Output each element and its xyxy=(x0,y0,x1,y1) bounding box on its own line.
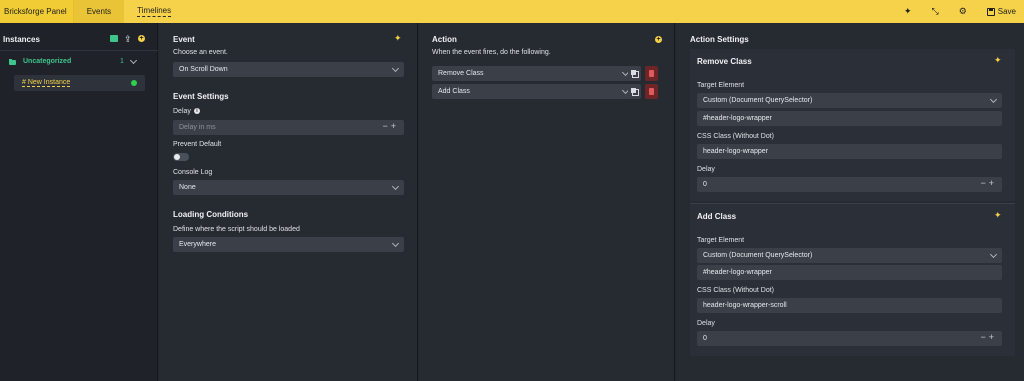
brand-title: Bricksforge Panel xyxy=(0,0,74,23)
delay-stepper[interactable]: −+ xyxy=(980,332,997,342)
chevron-down-icon xyxy=(989,250,998,259)
event-select-value: On Scroll Down xyxy=(179,66,228,73)
delay-placeholder: Delay in ms xyxy=(179,124,216,131)
css-class-label: CSS Class (Without Dot) xyxy=(697,287,775,294)
delay-input[interactable]: 0 −+ xyxy=(697,177,1002,192)
target-element-select[interactable]: Custom (Document QuerySelector) xyxy=(697,93,1002,108)
loading-conditions-select[interactable]: Everywhere xyxy=(173,237,404,252)
selector-input[interactable]: #header-logo-wrapper xyxy=(697,265,1002,280)
delay-stepper[interactable]: −+ xyxy=(382,121,399,131)
action-item-label: Add Class xyxy=(438,88,470,95)
action-settings-panel: Action Settings Remove Class ✦ Target El… xyxy=(676,23,1024,381)
delay-label: Delay xyxy=(697,166,715,173)
card-title: Add Class xyxy=(697,212,737,221)
chevron-down-icon xyxy=(989,95,998,104)
css-class-input[interactable]: header-logo-wrapper-scroll xyxy=(697,298,1002,313)
save-icon xyxy=(986,7,995,16)
top-bar: Bricksforge Panel Events Timelines ✦ ⤡ ⚙… xyxy=(0,0,1024,23)
status-dot xyxy=(131,80,137,86)
info-icon[interactable]: i xyxy=(193,108,200,115)
css-class-value: header-logo-wrapper xyxy=(703,148,768,155)
css-class-value: header-logo-wrapper-scroll xyxy=(703,302,787,309)
selector-value: #header-logo-wrapper xyxy=(703,115,772,122)
console-log-label: Console Log xyxy=(173,169,213,176)
trash-icon[interactable] xyxy=(645,84,658,99)
copy-icon[interactable] xyxy=(628,84,641,99)
prevent-default-toggle[interactable] xyxy=(173,153,189,161)
action-item[interactable]: Remove Class xyxy=(432,66,634,81)
top-right-actions: ✦ ⤡ ⚙ Save xyxy=(904,0,1016,23)
sparkle-icon[interactable]: ✦ xyxy=(994,210,1002,221)
instance-item[interactable]: # New Instance xyxy=(14,75,145,91)
delay-value: 0 xyxy=(703,335,707,342)
chevron-down-icon[interactable] xyxy=(129,56,138,65)
delay-input[interactable]: 0 −+ xyxy=(697,331,1002,346)
save-label: Save xyxy=(997,7,1016,16)
remove-class-card: Remove Class ✦ Target Element Custom (Do… xyxy=(690,49,1015,201)
action-title: Action xyxy=(432,35,457,44)
loading-conditions-title: Loading Conditions xyxy=(173,210,249,219)
action-item[interactable]: Add Class xyxy=(432,84,634,99)
prevent-default-label: Prevent Default xyxy=(173,141,222,148)
delay-stepper[interactable]: −+ xyxy=(980,178,997,188)
folder-label[interactable]: Uncategorized xyxy=(23,58,71,65)
collapse-icon[interactable]: ⤡ xyxy=(931,6,938,17)
instance-name: # New Instance xyxy=(22,79,71,87)
selector-value: #header-logo-wrapper xyxy=(703,269,772,276)
event-settings-title: Event Settings xyxy=(173,92,229,101)
target-element-value: Custom (Document QuerySelector) xyxy=(703,97,813,104)
delay-value: 0 xyxy=(703,181,707,188)
folder-count: 1 xyxy=(120,58,124,65)
chevron-down-icon xyxy=(391,239,400,248)
save-button[interactable]: Save xyxy=(986,7,1016,16)
card-title: Remove Class xyxy=(697,57,752,66)
chevron-down-icon xyxy=(391,182,400,191)
event-panel: Event ✦ Choose an event. On Scroll Down … xyxy=(159,23,418,381)
folder-icon xyxy=(9,59,16,65)
tab-events[interactable]: Events xyxy=(73,0,125,23)
target-element-label: Target Element xyxy=(697,237,745,244)
trash-icon[interactable] xyxy=(645,66,658,81)
tab-timelines-label: Timelines xyxy=(137,6,172,17)
delay-label: Delay xyxy=(697,320,715,327)
delay-label: Delay i xyxy=(173,108,200,115)
tab-timelines[interactable]: Timelines xyxy=(124,0,184,23)
instances-title: Instances xyxy=(3,35,40,44)
event-select[interactable]: On Scroll Down xyxy=(173,62,404,77)
export-icon[interactable]: ⇪ xyxy=(124,34,132,45)
add-class-card: Add Class ✦ Target Element Custom (Docum… xyxy=(690,204,1015,356)
target-element-select[interactable]: Custom (Document QuerySelector) xyxy=(697,248,1002,263)
target-element-value: Custom (Document QuerySelector) xyxy=(703,252,813,259)
console-log-select[interactable]: None xyxy=(173,180,404,195)
console-log-value: None xyxy=(179,184,196,191)
sparkle-icon[interactable]: ✦ xyxy=(394,33,402,44)
gear-icon[interactable]: ⚙ xyxy=(959,6,967,17)
chevron-down-icon xyxy=(391,64,400,73)
css-class-input[interactable]: header-logo-wrapper xyxy=(697,144,1002,159)
sparkle-icon[interactable]: ✦ xyxy=(994,55,1002,66)
delay-input[interactable]: Delay in ms −+ xyxy=(173,120,404,135)
action-panel: Action + When the event fires, do the fo… xyxy=(419,23,675,381)
css-class-label: CSS Class (Without Dot) xyxy=(697,133,775,140)
event-choose-label: Choose an event. xyxy=(173,49,228,56)
copy-icon[interactable] xyxy=(628,66,641,81)
plus-circle-icon[interactable]: + xyxy=(138,35,145,42)
loading-conditions-value: Everywhere xyxy=(179,241,216,248)
sparkle-icon[interactable]: ✦ xyxy=(904,6,912,17)
action-desc: When the event fires, do the following. xyxy=(432,49,551,56)
add-folder-icon[interactable] xyxy=(110,35,118,42)
target-element-label: Target Element xyxy=(697,82,745,89)
loading-conditions-desc: Define where the script should be loaded xyxy=(173,226,300,233)
divider xyxy=(0,50,158,51)
selector-input[interactable]: #header-logo-wrapper xyxy=(697,111,1002,126)
action-settings-title: Action Settings xyxy=(690,35,749,44)
add-action-icon[interactable]: + xyxy=(655,36,662,43)
delay-label-text: Delay xyxy=(173,108,191,115)
tab-events-label: Events xyxy=(86,7,112,16)
event-title: Event xyxy=(173,35,195,44)
action-item-label: Remove Class xyxy=(438,70,484,77)
instances-panel: Instances ⇪ + Uncategorized 1 # New Inst… xyxy=(0,23,158,381)
